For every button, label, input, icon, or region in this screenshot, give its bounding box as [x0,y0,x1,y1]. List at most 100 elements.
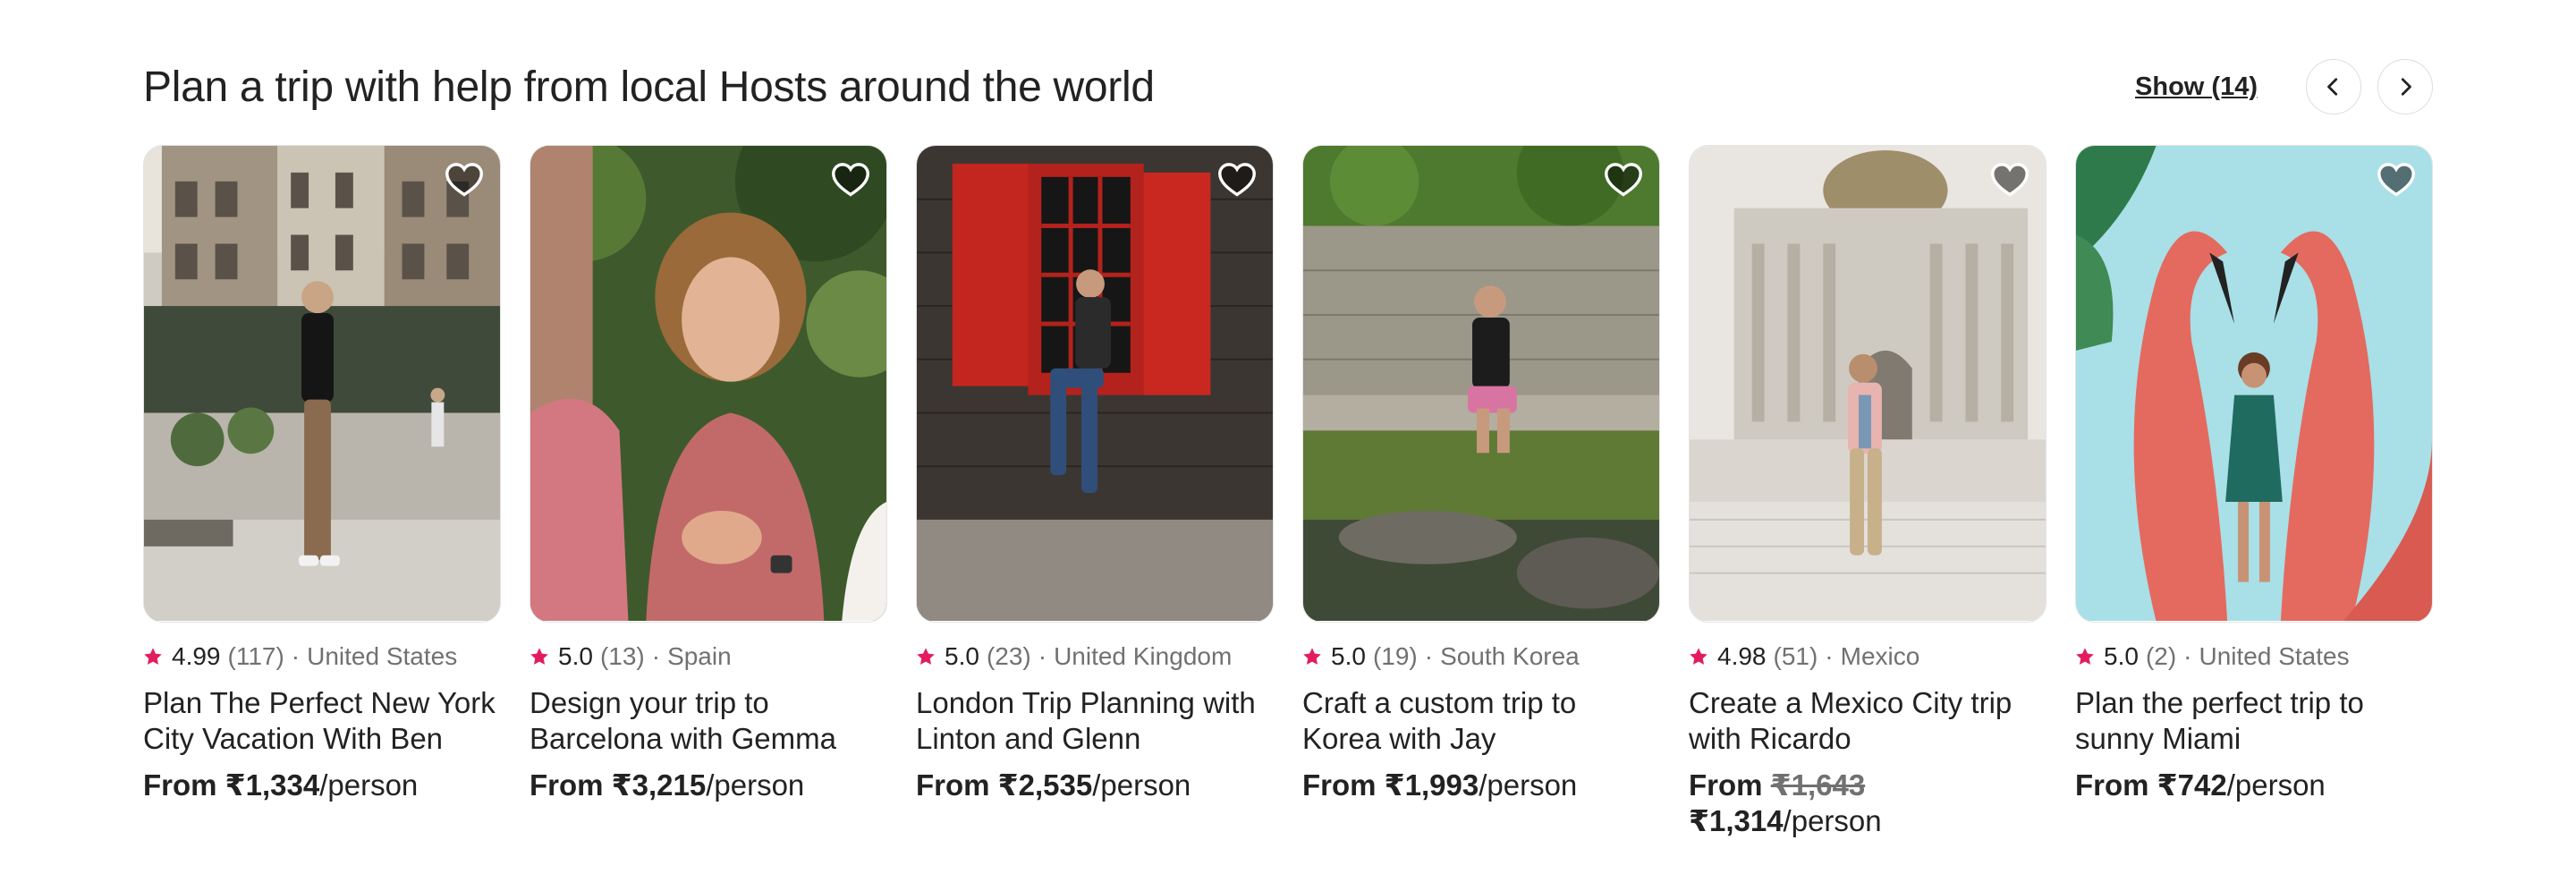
star-icon [144,648,162,665]
price: From ₹742/person [2075,768,2433,803]
experience-title[interactable]: Plan the perfect trip to sunny Miami [2075,685,2433,757]
separator-dot: · [1825,642,1834,670]
experience-photo[interactable] [2075,145,2433,623]
experience-cards: 4.99 (117) · United States Plan The Perf… [143,145,2433,839]
experience-card[interactable]: 5.0 (19) · South Korea Craft a custom tr… [1302,145,1660,839]
price-prefix: From [143,768,225,802]
experience-title[interactable]: Craft a custom trip to Korea with Jay [1302,685,1660,757]
barcelona-host-photo [530,146,886,622]
location: United States [2199,642,2350,670]
rating-row: 4.99 (117) · United States [143,641,501,673]
experience-card[interactable]: 4.99 (117) · United States Plan The Perf… [143,145,501,839]
location: United Kingdom [1054,642,1233,670]
price-suffix: /person [706,768,805,802]
header-controls: Show (14) [2135,59,2433,115]
separator-dot: · [1038,642,1047,670]
rating-row: 4.98 (51) · Mexico [1689,641,2046,673]
rating-row: 5.0 (2) · United States [2075,641,2433,673]
london-host-photo [917,146,1273,622]
star-icon [1690,648,1707,665]
experience-photo[interactable] [916,145,1274,623]
experience-photo[interactable] [143,145,501,623]
separator-dot: · [651,642,661,670]
korea-host-photo [1303,146,1659,622]
heart-icon[interactable] [829,160,872,199]
price-suffix: /person [1783,804,1882,837]
location: Spain [667,642,732,670]
star-icon [530,648,548,665]
price-suffix: /person [319,768,419,802]
price-suffix: /person [1479,768,1578,802]
price: From ₹1,993/person [1302,768,1660,803]
original-price: ₹1,643 [1770,768,1866,802]
mexico-city-host-photo [1690,146,2046,622]
price: From ₹2,535/person [916,768,1274,803]
star-icon [917,648,935,665]
price-value: ₹742 [2157,768,2227,802]
rating-value: 4.98 [1717,642,1767,670]
experience-card[interactable]: 5.0 (13) · Spain Design your trip to Bar… [530,145,887,839]
experience-card[interactable]: 5.0 (2) · United States Plan the perfect… [2075,145,2433,839]
experience-card[interactable]: 4.98 (51) · Mexico Create a Mexico City … [1689,145,2046,839]
chevron-right-icon [2401,78,2411,96]
price-prefix: From [2075,768,2157,802]
price-prefix: From [530,768,612,802]
heart-icon[interactable] [2375,160,2418,199]
rating-value: 5.0 [2104,642,2139,670]
review-count: (2) [2145,642,2177,670]
heart-icon[interactable] [1602,160,1645,199]
location: United States [307,642,458,670]
heart-icon[interactable] [1988,160,2031,199]
price-prefix: From [1689,768,1771,802]
price-suffix: /person [2226,768,2326,802]
price-prefix: From [916,768,998,802]
heart-icon[interactable] [1216,160,1258,199]
review-count: (23) [986,642,1031,670]
price-value: ₹2,535 [997,768,1093,802]
show-all-link[interactable]: Show (14) [2135,72,2258,102]
price-value: ₹1,314 [1689,804,1784,837]
previous-button[interactable] [2306,59,2361,115]
separator-dot: · [2183,642,2192,670]
next-button[interactable] [2377,59,2433,115]
experience-photo[interactable] [1689,145,2046,623]
experience-card[interactable]: 5.0 (23) · United Kingdom London Trip Pl… [916,145,1274,839]
separator-dot: · [291,642,301,670]
rating-value: 4.99 [172,642,221,670]
location: South Korea [1440,642,1580,670]
heart-icon[interactable] [443,160,486,199]
price-value: ₹1,334 [225,768,320,802]
rating-value: 5.0 [1331,642,1366,670]
price-value: ₹1,993 [1384,768,1479,802]
location: Mexico [1840,642,1920,670]
rating-value: 5.0 [558,642,593,670]
star-icon [2076,648,2094,665]
experience-photo[interactable] [1302,145,1660,623]
miami-host-photo [2076,146,2432,622]
new-york-street-photo [144,146,500,622]
experience-title[interactable]: Plan The Perfect New York City Vacation … [143,685,501,757]
experience-title[interactable]: Design your trip to Barcelona with Gemma [530,685,887,757]
price: From ₹1,334/person [143,768,501,803]
experience-title[interactable]: London Trip Planning with Linton and Gle… [916,685,1274,757]
review-count: (117) [227,642,284,670]
separator-dot: · [1424,642,1434,670]
price: From ₹1,643 ₹1,314/person [1689,768,2046,839]
price: From ₹3,215/person [530,768,887,803]
experience-title[interactable]: Create a Mexico City trip with Ricardo [1689,685,2046,757]
price-value: ₹3,215 [611,768,707,802]
experience-photo[interactable] [530,145,887,623]
price-suffix: /person [1092,768,1191,802]
experiences-section: Plan a trip with help from local Hosts a… [143,54,2433,837]
section-header: Plan a trip with help from local Hosts a… [143,54,2433,125]
chevron-left-icon [2327,78,2338,96]
review-count: (13) [599,642,645,670]
price-prefix: From [1302,768,1385,802]
review-count: (51) [1773,642,1818,670]
rating-row: 5.0 (19) · South Korea [1302,641,1660,673]
rating-value: 5.0 [945,642,979,670]
review-count: (19) [1372,642,1418,670]
rating-row: 5.0 (23) · United Kingdom [916,641,1274,673]
star-icon [1303,648,1321,665]
rating-row: 5.0 (13) · Spain [530,641,887,673]
